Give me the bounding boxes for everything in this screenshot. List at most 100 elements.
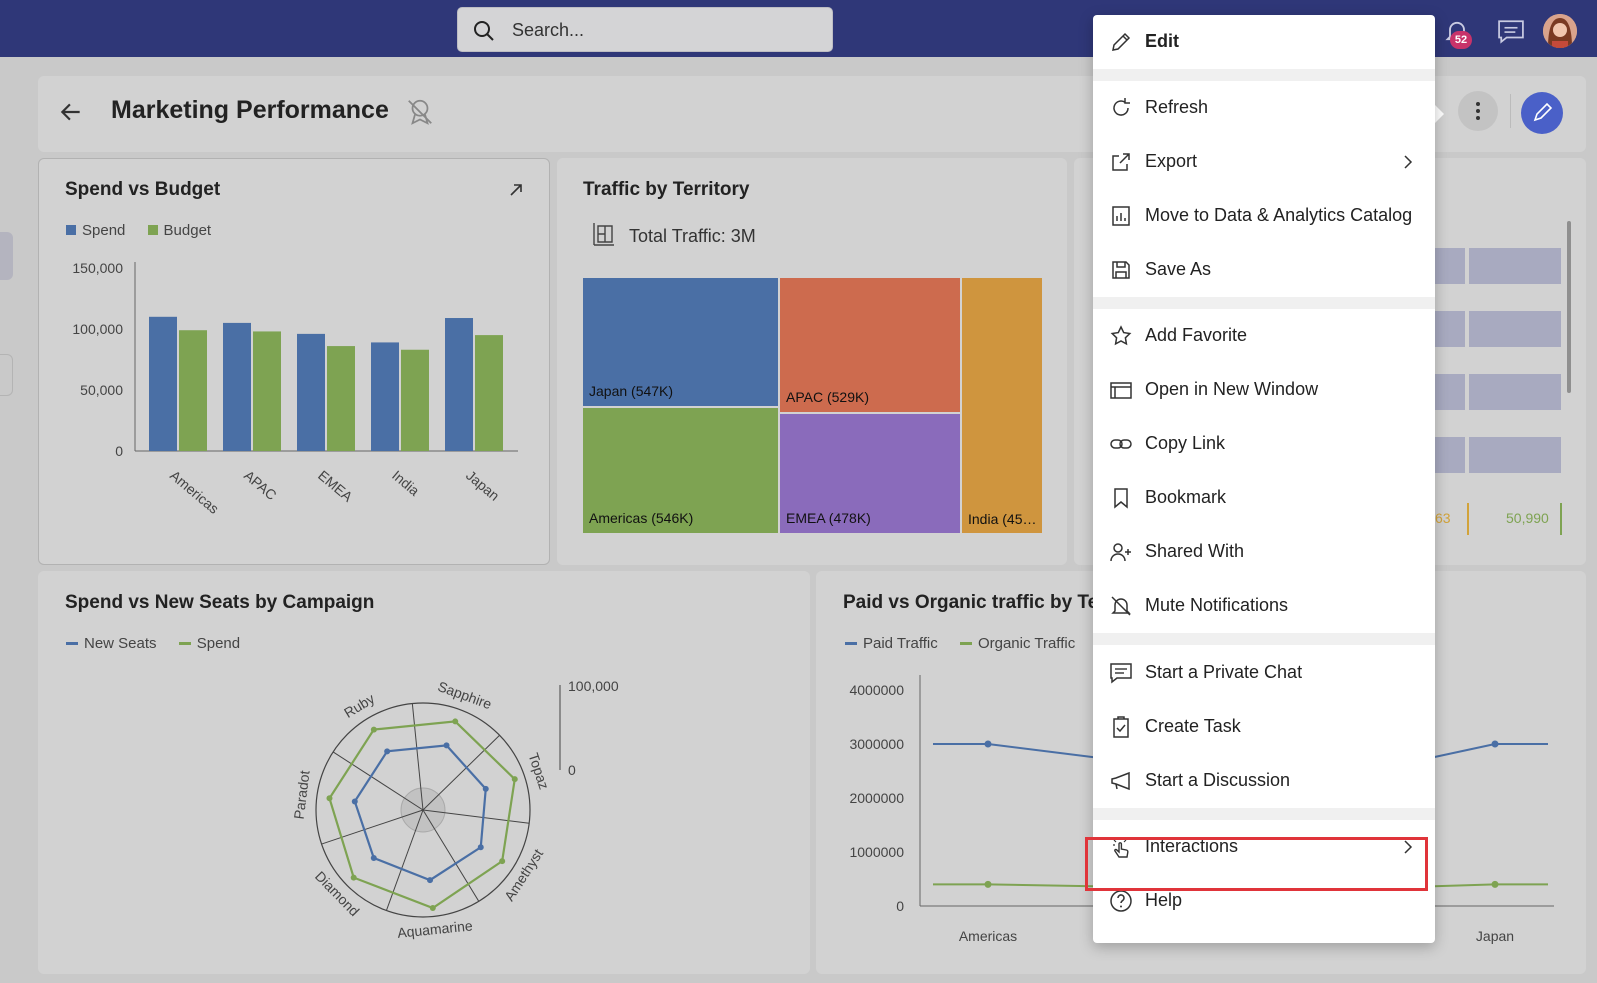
menu-item-start-discussion[interactable]: Start a Discussion <box>1093 754 1435 808</box>
y-tick-label: 0 <box>115 443 123 459</box>
menu-item-interactions[interactable]: Interactions <box>1093 820 1435 874</box>
scrollbar[interactable] <box>1567 221 1571 393</box>
sidebar-stub[interactable] <box>0 232 13 280</box>
bar[interactable] <box>475 335 503 451</box>
more-options-button[interactable] <box>1458 91 1498 131</box>
radar-point[interactable] <box>427 877 434 884</box>
radar-category-label: Paradot <box>291 769 313 820</box>
avatar[interactable] <box>1543 14 1577 48</box>
treemap-cell[interactable]: India (45… <box>962 278 1042 533</box>
radar-point[interactable] <box>351 798 358 805</box>
menu-item-mute-notifications[interactable]: Mute Notifications <box>1093 579 1435 633</box>
menu-item-shared-with[interactable]: Shared With <box>1093 525 1435 579</box>
series-line[interactable] <box>1429 883 1496 888</box>
page-title: Marketing Performance <box>111 96 389 124</box>
divider <box>1467 503 1469 535</box>
hidden-card-bar <box>1435 248 1465 284</box>
bar[interactable] <box>223 322 251 451</box>
menu-item-bookmark[interactable]: Bookmark <box>1093 471 1435 525</box>
radar-spoke <box>332 751 424 811</box>
hand-pointer-icon <box>1113 837 1129 858</box>
treemap-cell[interactable]: Japan (547K) <box>583 278 778 406</box>
chat-icon[interactable] <box>1496 18 1526 44</box>
menu-item-save-as[interactable]: Save As <box>1093 243 1435 297</box>
export-icon <box>1112 153 1130 171</box>
bar[interactable] <box>327 346 355 451</box>
expand-icon[interactable] <box>507 181 525 199</box>
radar-point[interactable] <box>350 874 357 881</box>
menu-item-create-task[interactable]: Create Task <box>1093 700 1435 754</box>
radar-point[interactable] <box>429 905 436 912</box>
radar-point[interactable] <box>370 726 377 733</box>
card-title: Traffic by Territory <box>583 179 750 200</box>
edit-dashboard-button[interactable] <box>1521 92 1563 134</box>
catalog-icon <box>1112 206 1130 226</box>
menu-item-label: Export <box>1145 151 1198 171</box>
menu-item-copy-link[interactable]: Copy Link <box>1093 417 1435 471</box>
menu-item-private-chat[interactable]: Start a Private Chat <box>1093 646 1435 700</box>
menu-item-add-favorite[interactable]: Add Favorite <box>1093 309 1435 363</box>
chevron-right-icon <box>1404 155 1413 169</box>
menu-item-refresh[interactable]: Refresh <box>1093 81 1435 135</box>
bar[interactable] <box>445 318 473 451</box>
treemap-cell[interactable]: EMEA (478K) <box>780 414 960 533</box>
hidden-card-bar <box>1435 437 1465 473</box>
x-tick-label: India <box>389 467 423 499</box>
treemap-label: APAC (529K) <box>786 389 869 405</box>
certified-badge-icon[interactable] <box>405 97 435 127</box>
sidebar-stub[interactable] <box>0 354 13 396</box>
treemap-label: EMEA (478K) <box>786 510 871 526</box>
treemap-cell[interactable]: APAC (529K) <box>780 278 960 412</box>
menu-item-label: Edit <box>1145 31 1179 51</box>
treemap-label: Americas (546K) <box>589 510 694 526</box>
radar-point[interactable] <box>384 748 391 755</box>
search-box[interactable] <box>457 7 833 52</box>
radar-point[interactable] <box>326 795 333 802</box>
refresh-icon <box>1113 98 1130 116</box>
bar[interactable] <box>149 316 177 451</box>
series-point[interactable] <box>1491 880 1499 888</box>
menu-item-edit[interactable]: Edit <box>1093 15 1435 69</box>
radar-scale-label: 0 <box>568 762 576 778</box>
bar[interactable] <box>253 331 281 451</box>
radar-point[interactable] <box>452 718 459 725</box>
radar-point[interactable] <box>511 776 518 783</box>
chat-icon <box>1110 663 1132 684</box>
save-icon <box>1112 261 1130 279</box>
bar[interactable] <box>297 333 325 451</box>
series-point[interactable] <box>1491 740 1499 748</box>
menu-item-open-new-window[interactable]: Open in New Window <box>1093 363 1435 417</box>
legend-label: Budget <box>163 222 212 239</box>
radar-point[interactable] <box>370 855 377 862</box>
legend-swatch <box>959 641 972 645</box>
radar-point[interactable] <box>443 742 450 749</box>
series-line[interactable] <box>987 883 1101 888</box>
treemap-cell[interactable]: Americas (546K) <box>583 408 778 533</box>
context-menu: Edit Refresh Export Move to Data & Analy… <box>1093 15 1435 943</box>
radar-point[interactable] <box>482 785 489 792</box>
hidden-card-value: 50,990 <box>1506 510 1549 526</box>
menu-item-label: Save As <box>1145 259 1212 279</box>
menu-item-label: Shared With <box>1145 541 1245 561</box>
menu-item-help[interactable]: Help <box>1093 874 1435 928</box>
radar-point[interactable] <box>499 858 506 865</box>
series-point[interactable] <box>984 740 992 748</box>
menu-item-export[interactable]: Export <box>1093 135 1435 189</box>
hidden-card-bar <box>1469 374 1561 410</box>
radar-chart: SapphireTopazAmethystAquamarineDiamondPa… <box>291 678 619 941</box>
menu-item-label: Start a Private Chat <box>1145 662 1303 682</box>
y-tick-label: 4000000 <box>849 682 904 698</box>
treemap-label: India (45… <box>968 511 1037 527</box>
back-arrow-icon[interactable] <box>58 99 84 125</box>
series-line[interactable] <box>1429 743 1496 759</box>
series-line[interactable] <box>987 743 1101 759</box>
bar[interactable] <box>371 342 399 451</box>
y-tick-label: 0 <box>896 898 904 914</box>
bar[interactable] <box>401 349 429 451</box>
radar-point[interactable] <box>477 844 484 851</box>
bar[interactable] <box>179 330 207 451</box>
search-input[interactable] <box>510 16 810 44</box>
series-point[interactable] <box>984 880 992 888</box>
menu-item-move-to-catalog[interactable]: Move to Data & Analytics Catalog <box>1093 189 1435 243</box>
legend-label: Spend <box>196 635 241 652</box>
